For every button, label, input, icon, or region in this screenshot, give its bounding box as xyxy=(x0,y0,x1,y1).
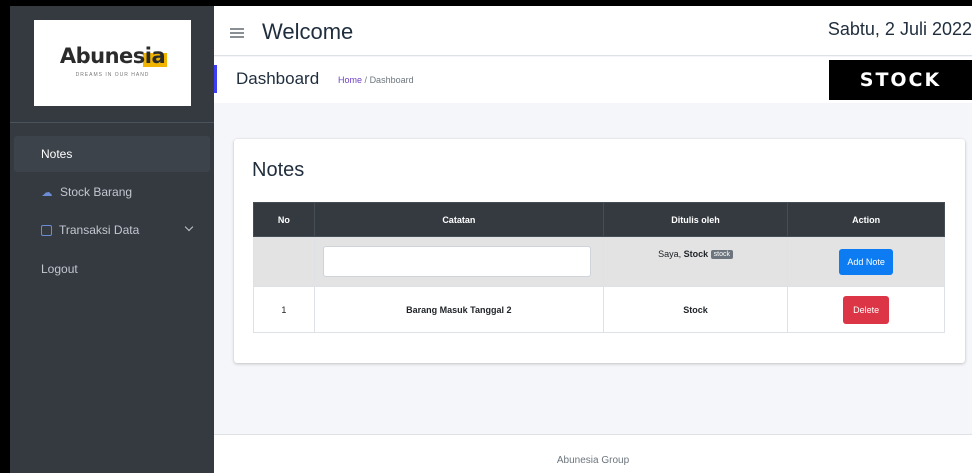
content-header: Dashboard Home / Dashboard STOCK xyxy=(214,57,972,103)
sidebar: Abunesia DREAMS IN OUR HAND Notes ☁ Stoc… xyxy=(10,6,214,473)
column-header: Action xyxy=(787,202,945,237)
notes-table: No Catatan Ditulis oleh Action Saya, Sto… xyxy=(253,202,945,333)
header-date: Sabtu, 2 Juli 2022 xyxy=(827,19,972,39)
column-header: No xyxy=(253,202,315,237)
sidebar-item-logout[interactable]: Logout xyxy=(10,251,206,287)
role-badge: stock xyxy=(710,250,733,259)
author-name: Stock xyxy=(683,249,709,259)
table-cell xyxy=(313,236,604,287)
sidebar-item-stock-barang[interactable]: ☁ Stock Barang xyxy=(10,174,206,210)
breadcrumb-separator: / xyxy=(364,75,368,85)
sidebar-item-notes[interactable]: Notes xyxy=(14,136,210,172)
card-title: Notes xyxy=(252,159,305,181)
author-cell: Saya, Stock stock xyxy=(602,236,789,287)
app-frame: Abunesia DREAMS IN OUR HAND Notes ☁ Stoc… xyxy=(10,6,972,473)
brand-logo[interactable]: Abunesia DREAMS IN OUR HAND xyxy=(34,20,191,106)
active-marker xyxy=(214,65,217,93)
menu-icon[interactable] xyxy=(230,28,244,38)
table-header-row: No Catatan Ditulis oleh Action xyxy=(253,202,945,237)
breadcrumb-current: Dashboard xyxy=(369,75,414,85)
sidebar-divider xyxy=(10,122,214,123)
cloud-icon: ☁ xyxy=(41,186,53,199)
breadcrumb: Home / Dashboard xyxy=(338,75,414,85)
notes-card: Notes No Catatan Ditulis oleh Action Say… xyxy=(234,139,965,363)
new-note-row: Saya, Stock stock Add Note xyxy=(253,236,945,287)
action-cell: Add Note xyxy=(787,236,945,287)
brand-name: Abunesia xyxy=(59,44,166,68)
sidebar-item-label: Logout xyxy=(41,262,78,276)
footer-text: Abunesia Group xyxy=(556,455,630,466)
top-navbar: Welcome Sabtu, 2 Juli 2022 xyxy=(214,6,972,56)
stock-logo: STOCK xyxy=(829,60,972,100)
delete-button[interactable]: Delete xyxy=(843,295,890,324)
table-row: 1 Barang Masuk Tanggal 2 Stock Delete xyxy=(253,286,945,333)
add-note-button[interactable]: Add Note xyxy=(839,248,893,275)
note-input[interactable] xyxy=(322,246,591,277)
table-icon xyxy=(41,224,52,236)
chevron-down-icon xyxy=(184,222,194,232)
note-author: Stock xyxy=(602,286,789,333)
row-number: 1 xyxy=(253,286,315,333)
footer: Abunesia Group xyxy=(214,434,972,473)
page-title: Dashboard xyxy=(236,69,320,88)
sidebar-item-label: Stock Barang xyxy=(60,185,133,199)
brand-tagline: DREAMS IN OUR HAND xyxy=(75,72,150,78)
author-prefix: Saya, xyxy=(658,249,684,259)
note-text: Barang Masuk Tanggal 2 xyxy=(313,286,604,333)
table-cell xyxy=(253,236,315,287)
breadcrumb-home-link[interactable]: Home xyxy=(338,75,362,85)
header-title: Welcome xyxy=(262,19,354,44)
sidebar-item-transaksi-data[interactable]: Transaksi Data xyxy=(10,212,206,248)
sidebar-item-label: Notes xyxy=(41,147,73,161)
column-header: Catatan xyxy=(313,202,604,237)
column-header: Ditulis oleh xyxy=(602,202,789,237)
action-cell: Delete xyxy=(787,286,945,333)
sidebar-item-label: Transaksi Data xyxy=(59,223,140,237)
